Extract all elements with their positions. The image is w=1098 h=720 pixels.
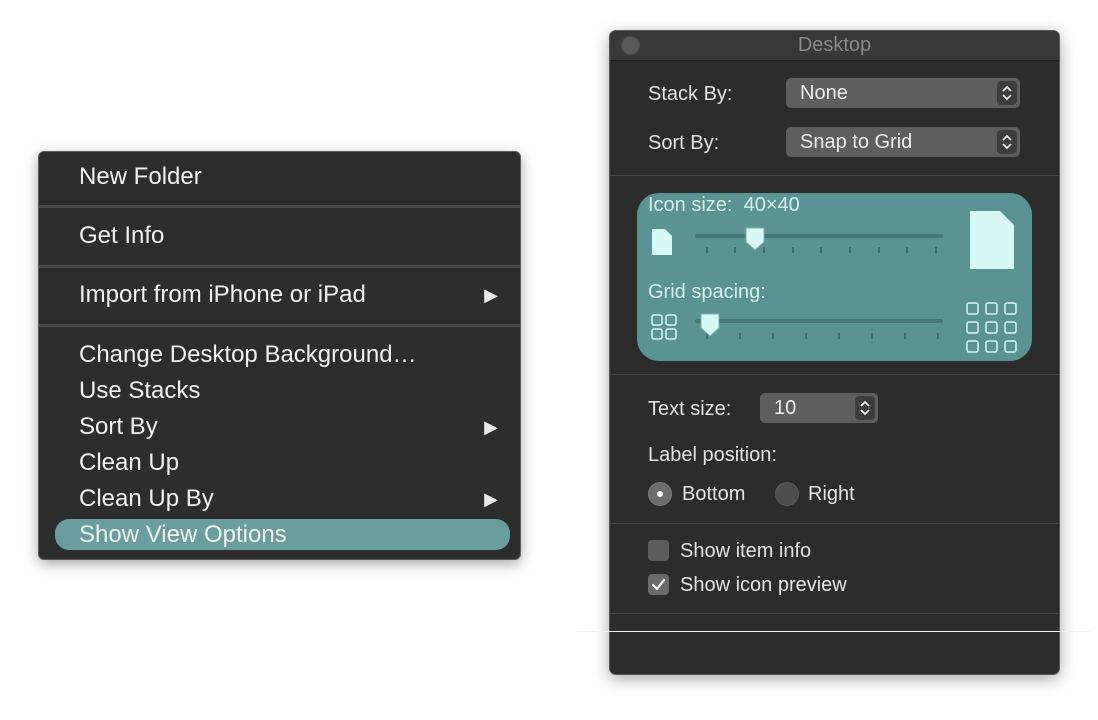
- section-divider: [610, 613, 1059, 614]
- radio-bottom-label: Bottom: [682, 483, 746, 505]
- desktop-context-menu: New Folder Get Info Import from iPhone o…: [38, 151, 521, 560]
- menu-item-label: Get Info: [79, 222, 165, 249]
- sort-by-value: Snap to Grid: [800, 131, 913, 153]
- menu-item-label: Clean Up: [79, 449, 180, 476]
- submenu-arrow-icon: ▶: [484, 417, 498, 437]
- text-size-popup[interactable]: 10: [760, 393, 878, 423]
- view-options-panel: Desktop Stack By: None Sort By: Snap to …: [609, 30, 1060, 675]
- section-divider: [610, 175, 1059, 176]
- menu-item-new-folder[interactable]: New Folder: [39, 159, 520, 195]
- menu-item-sort-by[interactable]: Sort By ▶: [39, 409, 520, 445]
- submenu-arrow-icon: ▶: [484, 489, 498, 509]
- large-file-icon: [970, 211, 1014, 269]
- radio-right[interactable]: [775, 482, 799, 506]
- divider-line: [577, 631, 1092, 632]
- popup-chevron-icon: [855, 396, 875, 420]
- popup-chevron-icon: [997, 81, 1017, 105]
- stack-by-label: Stack By:: [648, 83, 733, 105]
- show-icon-preview-checkbox[interactable]: [648, 574, 669, 595]
- text-size-value: 10: [774, 397, 797, 419]
- panel-title: Desktop: [797, 34, 872, 56]
- submenu-arrow-icon: ▶: [484, 285, 498, 305]
- text-size-label: Text size:: [648, 398, 732, 420]
- slider-thumb[interactable]: [744, 226, 766, 252]
- show-item-info-checkbox[interactable]: [648, 540, 669, 561]
- radio-bottom[interactable]: [648, 482, 672, 506]
- stack-by-value: None: [800, 82, 848, 104]
- wide-grid-icon: [966, 302, 1017, 353]
- radio-right-label: Right: [808, 483, 855, 505]
- menu-item-clean-up[interactable]: Clean Up: [39, 445, 520, 481]
- menu-item-label: Show View Options: [79, 521, 287, 548]
- menu-item-get-info[interactable]: Get Info: [39, 218, 520, 254]
- section-divider: [610, 374, 1059, 375]
- menu-separator: [39, 265, 520, 268]
- menu-item-label: Change Desktop Background…: [79, 341, 417, 368]
- icon-size-value: 40×40: [743, 194, 800, 216]
- grid-spacing-label: Grid spacing:: [648, 281, 766, 303]
- menu-item-label: New Folder: [79, 163, 202, 190]
- menu-item-show-view-options[interactable]: Show View Options: [55, 519, 510, 550]
- slider-track: [695, 234, 943, 238]
- section-divider: [610, 523, 1059, 524]
- slider-track: [695, 319, 943, 323]
- menu-item-label: Clean Up By: [79, 485, 214, 512]
- tight-grid-icon: [651, 314, 677, 340]
- menu-item-clean-up-by[interactable]: Clean Up By ▶: [39, 481, 520, 517]
- show-icon-preview-label: Show icon preview: [680, 574, 847, 596]
- popup-chevron-icon: [997, 130, 1017, 154]
- menu-item-label: Sort By: [79, 413, 158, 440]
- sort-by-popup[interactable]: Snap to Grid: [786, 127, 1020, 157]
- icon-size-label: Icon size: 40×40: [648, 194, 800, 216]
- close-button[interactable]: [621, 36, 640, 55]
- label-position-label: Label position:: [648, 444, 777, 466]
- icon-size-group: Icon size: 40×40 Grid spacing:: [637, 193, 1032, 361]
- checkmark-icon: [651, 578, 666, 591]
- sort-by-label: Sort By:: [648, 132, 720, 154]
- menu-item-label: Use Stacks: [79, 377, 201, 404]
- menu-separator: [39, 205, 520, 208]
- menu-separator: [39, 324, 520, 327]
- menu-item-label: Import from iPhone or iPad: [79, 281, 366, 308]
- slider-thumb[interactable]: [699, 312, 721, 338]
- menu-item-use-stacks[interactable]: Use Stacks: [39, 373, 520, 409]
- small-file-icon: [652, 229, 672, 255]
- menu-item-import-from-iphone[interactable]: Import from iPhone or iPad ▶: [39, 277, 520, 313]
- stack-by-popup[interactable]: None: [786, 78, 1020, 108]
- show-item-info-label: Show item info: [680, 540, 812, 562]
- panel-titlebar: Desktop: [610, 31, 1059, 61]
- menu-item-change-desktop-background[interactable]: Change Desktop Background…: [39, 337, 520, 373]
